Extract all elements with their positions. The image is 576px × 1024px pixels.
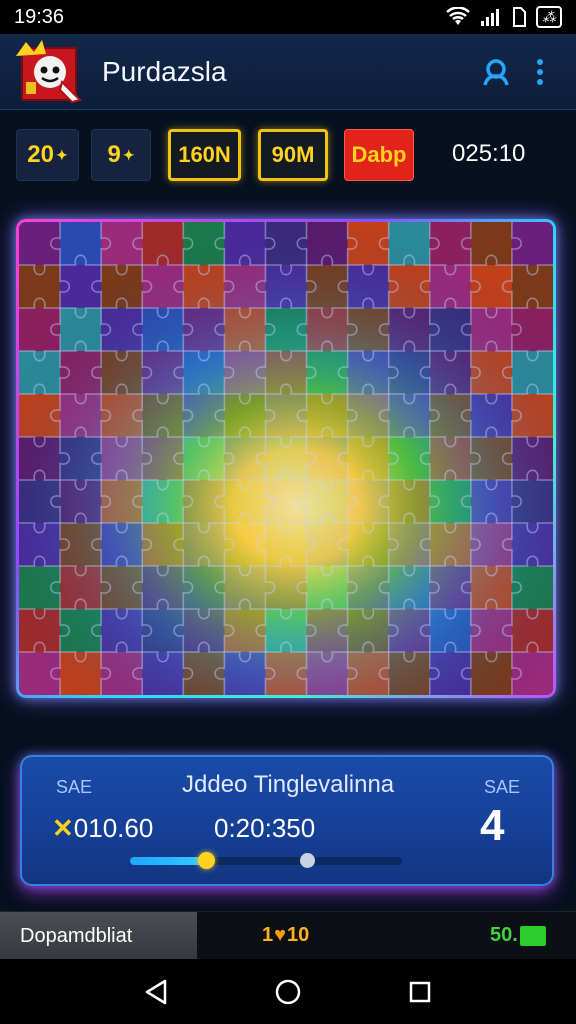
info-timer: 0:20:350: [214, 813, 316, 843]
stats-row: 20 ✦ 9 ✦ 160N 90M Dabp 025:10: [0, 126, 576, 186]
stat-bonus-button[interactable]: Dabp: [344, 129, 414, 181]
signal-icon: [481, 9, 499, 26]
status-icons: ⁂: [446, 6, 562, 28]
home-button[interactable]: [268, 972, 308, 1012]
more-vert-icon: [537, 58, 543, 85]
stat-pieces[interactable]: 160N: [168, 129, 241, 181]
user-search-icon: [483, 58, 509, 85]
slider-fill: [130, 857, 207, 865]
recents-button[interactable]: [400, 972, 440, 1012]
gems-suffix: 10: [287, 924, 310, 946]
app-title: Purdazsla: [102, 55, 227, 87]
nav-bar: [0, 959, 576, 1024]
stat-bonus-label: Dabp: [351, 142, 407, 167]
info-label-right: SAE: [484, 777, 521, 797]
sim-icon: [513, 7, 526, 27]
stat-moves[interactable]: 9 ✦: [91, 129, 151, 181]
stat-time: 025:10: [452, 140, 526, 167]
bottom-left-button[interactable]: Dopamdbliat: [0, 912, 197, 960]
wifi-icon: [446, 7, 470, 25]
energy-counter: 50.: [490, 924, 546, 947]
puzzle-grid[interactable]: [19, 222, 553, 695]
spark-icon: ✦: [55, 146, 68, 163]
info-title: Jddeo Tinglevalinna: [182, 771, 395, 798]
spark-icon: ✦: [122, 146, 135, 163]
more-menu-button[interactable]: [518, 50, 562, 94]
app-bar: Purdazsla: [0, 34, 576, 110]
gem-icon: ♥: [274, 924, 286, 946]
home-icon: [275, 979, 301, 1004]
score-mark-icon: ✕: [52, 813, 74, 843]
info-score: ✕010.60: [52, 813, 153, 844]
energy-bar-icon: [519, 925, 546, 946]
slider-thumb-secondary[interactable]: [299, 853, 315, 868]
battery-icon: ⁂: [536, 6, 562, 28]
battery-label: ⁂: [542, 8, 556, 25]
status-bar: 19:36 ⁂: [0, 0, 576, 34]
recents-icon: [409, 981, 431, 1002]
stat-level-value: 20: [27, 141, 54, 168]
status-time: 19:36: [14, 5, 65, 28]
bottom-bar: Dopamdbliat 1 ♥ 10 50.: [0, 911, 576, 960]
back-button[interactable]: [136, 972, 176, 1012]
stat-score-value: 90M: [271, 142, 315, 167]
game-mascot-logo[interactable]: [14, 38, 86, 106]
stat-score[interactable]: 90M: [258, 129, 328, 181]
info-score-value: 010.60: [73, 813, 154, 843]
info-panel: SAE Jddeo Tinglevalinna SAE ✕010.60 0:20…: [20, 755, 554, 886]
slider-thumb-primary[interactable]: [198, 852, 216, 869]
back-icon: [145, 979, 167, 1004]
puzzle-board[interactable]: [16, 219, 556, 698]
info-label-left: SAE: [56, 777, 93, 797]
gems-counter: 1 ♥ 10: [262, 924, 309, 947]
user-search-button[interactable]: [474, 50, 518, 94]
stat-level[interactable]: 20 ✦: [16, 129, 79, 181]
gems-prefix: 1: [262, 924, 274, 946]
stat-moves-value: 9: [107, 141, 121, 168]
progress-slider[interactable]: [130, 852, 402, 869]
stat-pieces-value: 160N: [178, 142, 231, 167]
info-big-value: 4: [480, 801, 505, 850]
bottom-left-label: Dopamdbliat: [20, 924, 133, 947]
energy-value: 50.: [490, 924, 518, 946]
